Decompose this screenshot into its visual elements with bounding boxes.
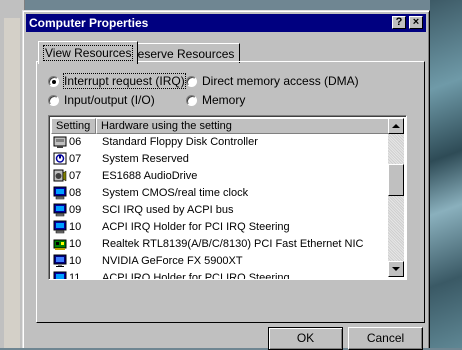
hardware-name: Standard Floppy Disk Controller <box>102 136 258 148</box>
radio-button[interactable] <box>186 76 197 87</box>
list-item[interactable]: 07 System Reserved <box>51 151 390 168</box>
radio-button-checked[interactable] <box>48 76 59 87</box>
system-device-icon <box>53 271 67 279</box>
hardware-name: Realtek RTL8139(A/B/C/8130) PCI Fast Eth… <box>102 238 364 250</box>
setting-value: 10 <box>69 238 82 250</box>
hardware-name: System Reserved <box>102 153 189 165</box>
radio-label: Interrupt request (IRQ) <box>63 73 186 89</box>
setting-value: 06 <box>69 136 82 148</box>
vertical-scrollbar[interactable] <box>388 118 404 277</box>
scroll-thumb[interactable] <box>388 164 404 196</box>
display-adapter-icon <box>53 254 67 268</box>
list-item[interactable]: 11 ACPI IRQ Holder for PCI IRQ Steering <box>51 270 390 280</box>
floppy-controller-icon <box>53 135 67 149</box>
computer-properties-dialog: Computer Properties ? × View Resources R… <box>22 10 430 350</box>
setting-value: 07 <box>69 170 82 182</box>
radio-dma[interactable]: Direct memory access (DMA) <box>186 74 359 88</box>
setting-value: 07 <box>69 153 82 165</box>
help-button[interactable]: ? <box>392 16 406 29</box>
radio-io[interactable]: Input/output (I/O) <box>48 93 155 107</box>
radio-button[interactable] <box>186 95 197 106</box>
system-device-icon <box>53 186 67 200</box>
scroll-up-button[interactable] <box>388 118 404 134</box>
radio-label: Memory <box>202 93 246 107</box>
sound-device-icon <box>53 169 67 183</box>
desktop-wallpaper <box>430 0 462 348</box>
hardware-name: ACPI IRQ Holder for PCI IRQ Steering <box>102 221 290 233</box>
hardware-name: ACPI IRQ Holder for PCI IRQ Steering <box>102 272 290 280</box>
tab-view-resources[interactable]: View Resources <box>38 41 139 64</box>
radio-irq[interactable]: Interrupt request (IRQ) <box>48 73 186 89</box>
window-title: Computer Properties <box>29 16 149 30</box>
radio-button[interactable] <box>48 95 59 106</box>
tab-label: Reserve Resources <box>129 47 235 61</box>
title-bar[interactable]: Computer Properties ? × <box>26 14 426 32</box>
radio-memory[interactable]: Memory <box>186 93 245 107</box>
list-item[interactable]: 07 ES1688 AudioDrive <box>51 168 390 185</box>
list-rows: 06 Standard Floppy Disk Controller 07 Syste… <box>51 134 390 280</box>
list-item[interactable]: 10 NVIDIA GeForce FX 5900XT <box>51 253 390 270</box>
setting-value: 10 <box>69 221 82 233</box>
list-item[interactable]: 09 SCI IRQ used by ACPI bus <box>51 202 390 219</box>
setting-value: 09 <box>69 204 82 216</box>
ok-button[interactable]: OK <box>268 327 343 350</box>
cancel-button[interactable]: Cancel <box>348 327 423 350</box>
hardware-name: ES1688 AudioDrive <box>102 170 198 182</box>
system-device-icon <box>53 220 67 234</box>
close-button[interactable]: × <box>409 16 423 29</box>
hardware-name: System CMOS/real time clock <box>102 187 249 199</box>
radio-label: Input/output (I/O) <box>64 93 155 107</box>
list-item[interactable]: 06 Standard Floppy Disk Controller <box>51 134 390 151</box>
hardware-name: SCI IRQ used by ACPI bus <box>102 204 234 216</box>
network-adapter-icon <box>53 237 67 251</box>
setting-value: 11 <box>69 272 81 280</box>
setting-value: 10 <box>69 255 82 267</box>
column-header-hardware[interactable]: Hardware using the setting <box>96 118 390 134</box>
list-header: Setting Hardware using the setting <box>51 118 390 134</box>
setting-value: 08 <box>69 187 82 199</box>
radio-label: Direct memory access (DMA) <box>202 74 359 88</box>
tab-reserve-resources[interactable]: Reserve Resources <box>123 43 241 63</box>
system-reserved-icon <box>53 152 67 166</box>
list-item[interactable]: 08 System CMOS/real time clock <box>51 185 390 202</box>
system-device-icon <box>53 203 67 217</box>
background-window-strip <box>4 18 20 348</box>
scroll-down-button[interactable] <box>388 261 404 277</box>
list-item[interactable]: 10 ACPI IRQ Holder for PCI IRQ Steering <box>51 219 390 236</box>
list-item[interactable]: 10 Realtek RTL8139(A/B/C/8130) PCI Fast E… <box>51 236 390 253</box>
arrow-up-icon <box>392 124 400 128</box>
column-header-setting[interactable]: Setting <box>51 118 96 134</box>
hardware-name: NVIDIA GeForce FX 5900XT <box>102 255 243 267</box>
tab-label: View Resources <box>42 45 134 61</box>
resource-list[interactable]: Setting Hardware using the setting 06 Sta… <box>48 115 407 280</box>
arrow-down-icon <box>392 267 400 271</box>
